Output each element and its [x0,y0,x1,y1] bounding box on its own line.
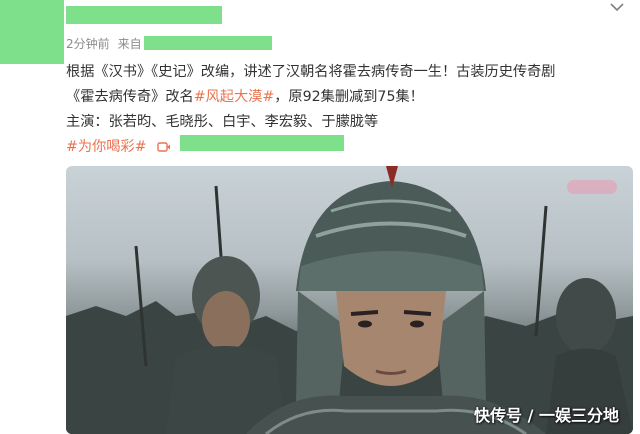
post-meta: 2分钟前 来自 [66,34,272,52]
video-platform-logo [567,180,617,194]
topic-hashtag-link[interactable]: #为你喝彩# [66,139,147,155]
post-links: #为你喝彩# [66,135,634,160]
post-time[interactable]: 2分钟前 [66,35,110,52]
post-body-line: 《霍去病传奇》改名#风起大漠#，原92集删减到75集！ [66,85,634,110]
video-link-icon[interactable] [157,141,171,153]
username[interactable] [66,6,222,24]
hashtag-link[interactable]: #风起大漠# [194,89,275,105]
image-watermark: 快传号 / 一娱三分地 [474,406,619,425]
post-body-line: 主演：张若昀、毛晓彤、白宇、李宏毅、于朦胧等 [66,114,379,130]
post-body-text: ，原92集删减到75集！ [274,89,424,105]
post-image[interactable]: 快传号 / 一娱三分地 [66,166,633,434]
warrior-scene-image [66,166,633,434]
post-body-text: 《霍去病传奇》改名 [66,89,194,105]
chevron-down-icon[interactable] [606,0,628,16]
video-link[interactable] [179,135,344,151]
post-source[interactable] [143,36,272,50]
avatar[interactable] [0,0,64,64]
post-body-line: 根据《汉书》《史记》改编，讲述了汉朝名将霍去病传奇一生！古装历史传奇剧 [66,64,556,80]
post-body: 根据《汉书》《史记》改编，讲述了汉朝名将霍去病传奇一生！古装历史传奇剧 《霍去病… [66,60,634,160]
post-source-label: 来自 [117,36,142,51]
